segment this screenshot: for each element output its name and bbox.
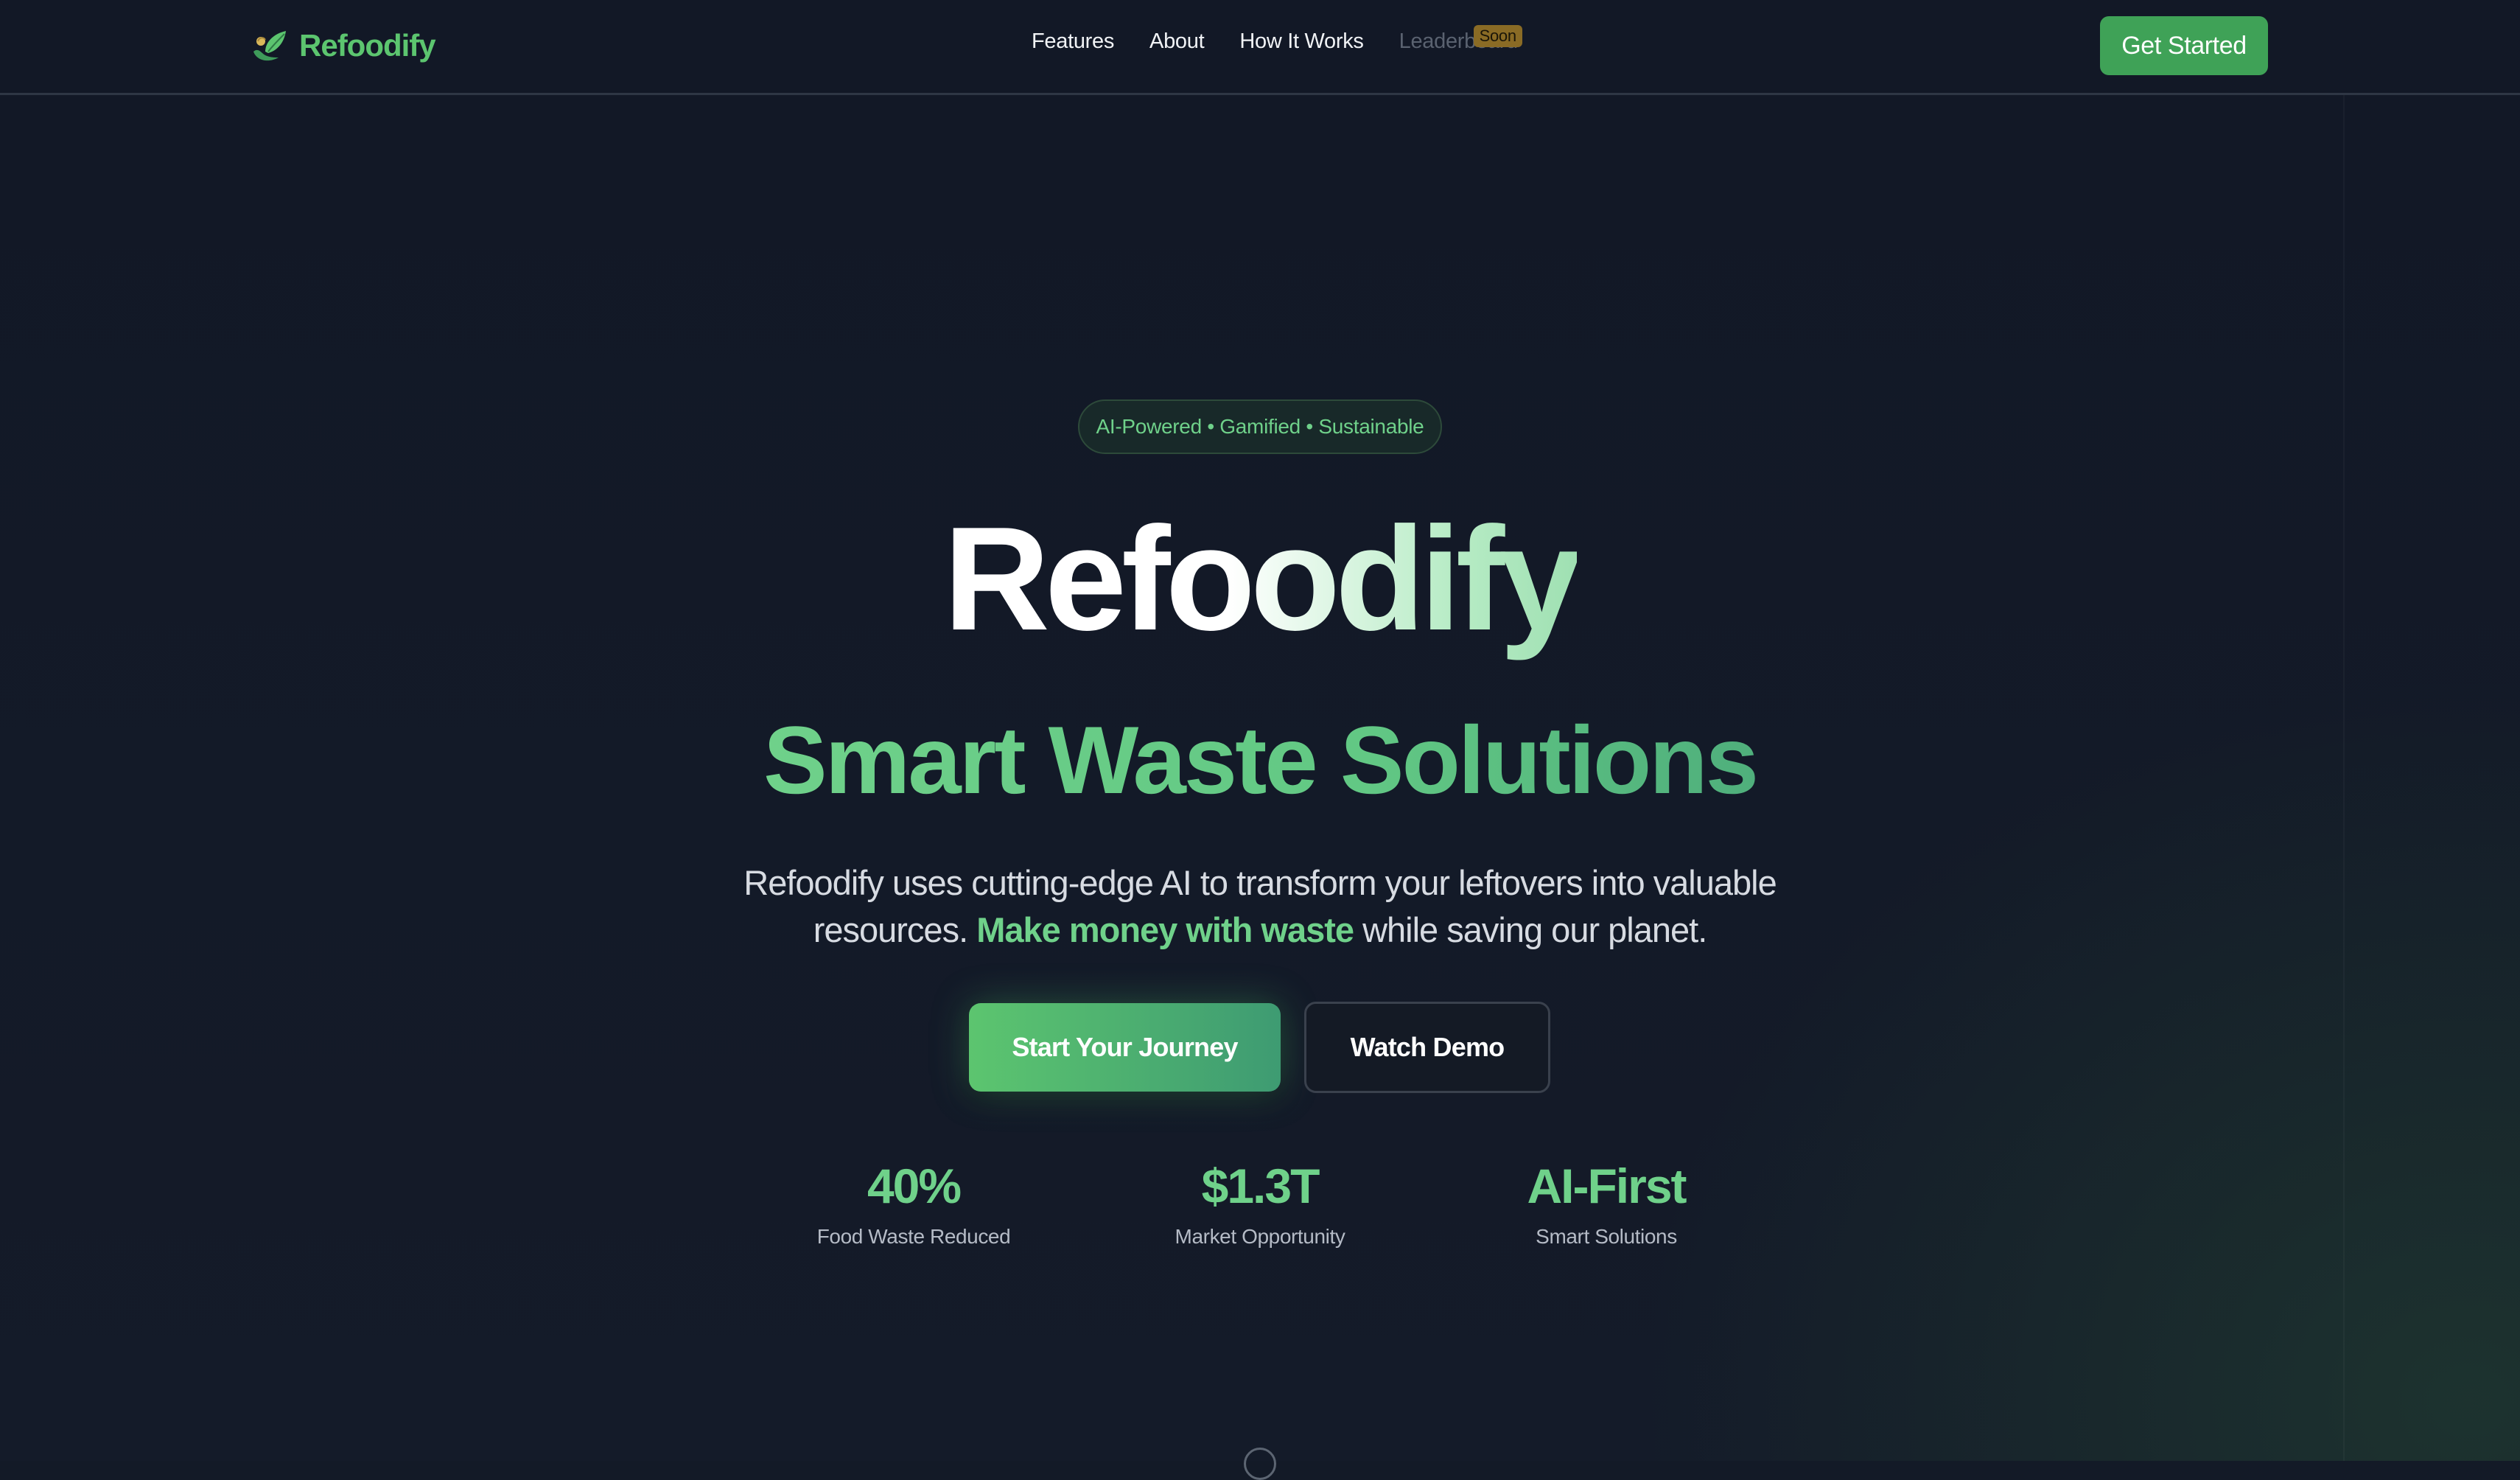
description-highlight: Make money with waste bbox=[976, 910, 1354, 949]
stat-value: 40% bbox=[867, 1159, 962, 1213]
stat-value: AI-First bbox=[1527, 1159, 1687, 1213]
stat-label: Food Waste Reduced bbox=[816, 1225, 1011, 1248]
get-started-button[interactable]: Get Started bbox=[2100, 16, 2268, 75]
stat-label: Market Opportunity bbox=[1175, 1225, 1345, 1248]
leaf-hand-icon bbox=[253, 31, 286, 61]
scroll-down-icon[interactable] bbox=[1244, 1448, 1276, 1480]
stat-label: Smart Solutions bbox=[1536, 1225, 1677, 1248]
hero-subtitle: Smart Waste Solutions bbox=[0, 712, 2520, 808]
stat-market: $1.3T Market Opportunity bbox=[1113, 1162, 1407, 1249]
stat-food-waste: 40% Food Waste Reduced bbox=[766, 1162, 1061, 1249]
logo-link[interactable]: Refoodify bbox=[249, 22, 436, 69]
hero-subtitle-text: Smart Waste Solutions bbox=[763, 706, 1759, 814]
description-text-end: while saving our planet. bbox=[1362, 910, 1707, 949]
nav-link-leaderboard: Leaderboard Soon bbox=[1399, 25, 1522, 54]
hero-section: AI-Powered • Gamified • Sustainable Refo… bbox=[0, 93, 2520, 1480]
navbar: Refoodify Features About How It Works Le… bbox=[0, 0, 2520, 95]
nav-link-features[interactable]: Features bbox=[1032, 29, 1114, 54]
stat-ai-first: AI-First Smart Solutions bbox=[1459, 1162, 1754, 1249]
start-journey-button[interactable]: Start Your Journey bbox=[969, 1003, 1281, 1092]
hero-description: Refoodify uses cutting-edge AI to transf… bbox=[707, 859, 1813, 954]
nav-link-how-it-works[interactable]: How It Works bbox=[1239, 29, 1364, 54]
nav-link-about[interactable]: About bbox=[1149, 29, 1205, 54]
hero-title-text: Refoodify bbox=[943, 497, 1581, 661]
watch-demo-button[interactable]: Watch Demo bbox=[1304, 1002, 1550, 1093]
tagline-pill: AI-Powered • Gamified • Sustainable bbox=[1078, 399, 1442, 454]
stat-value: $1.3T bbox=[1201, 1159, 1320, 1213]
logo-text: Refoodify bbox=[299, 28, 436, 63]
soon-badge: Soon bbox=[1473, 25, 1522, 47]
hero-title: Refoodify bbox=[0, 506, 2520, 653]
nav-links: Features About How It Works Leaderboard … bbox=[1032, 25, 1522, 54]
